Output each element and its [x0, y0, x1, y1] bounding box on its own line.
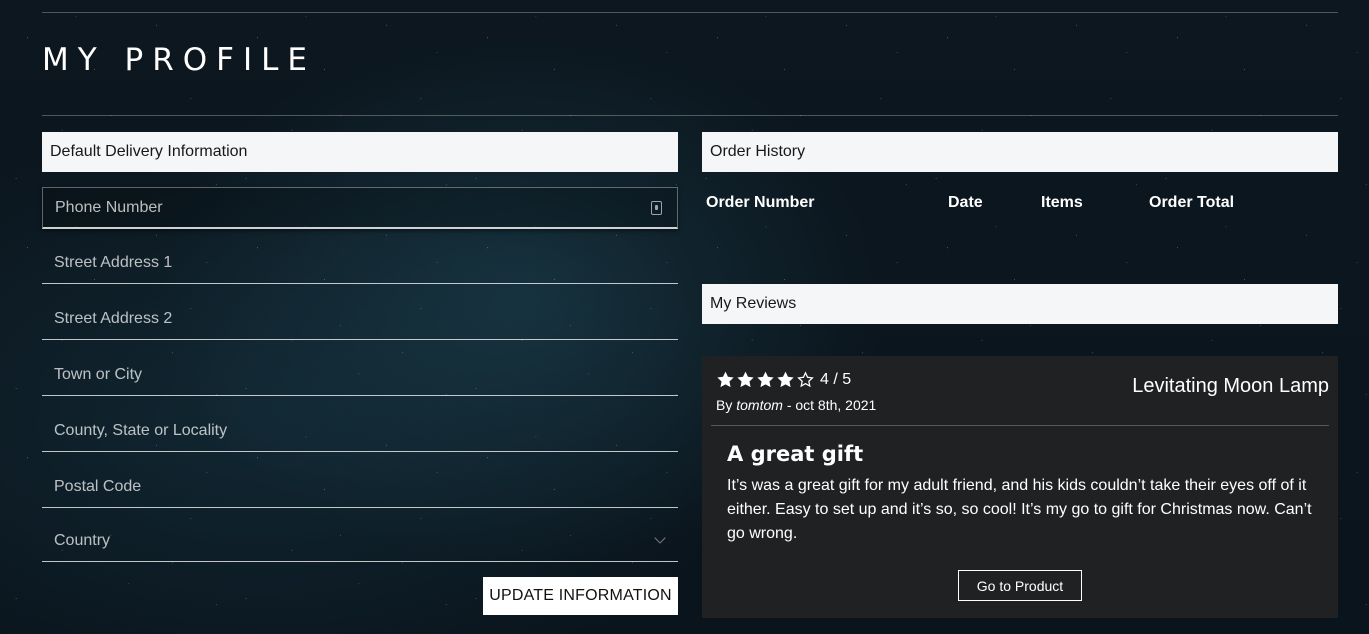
go-to-product-button[interactable]: Go to Product	[958, 570, 1082, 601]
delivery-info-header: Default Delivery Information	[42, 132, 678, 172]
by-prefix: By	[716, 397, 733, 413]
review-date: - oct 8th, 2021	[786, 397, 877, 413]
review-title: A great gift	[727, 442, 864, 466]
order-total-column-header: Order Total	[1149, 194, 1235, 211]
town-city-input[interactable]	[42, 354, 678, 395]
county-state-field[interactable]	[42, 410, 678, 452]
review-author: tomtom	[736, 397, 783, 413]
page-title: MY PROFILE	[42, 42, 317, 78]
contact-card-icon[interactable]	[651, 201, 662, 215]
town-city-field[interactable]	[42, 354, 678, 396]
street-address-2-input[interactable]	[42, 298, 678, 339]
update-information-button[interactable]: UPDATE INFORMATION	[483, 577, 678, 615]
postal-code-input[interactable]	[42, 466, 678, 507]
phone-number-field[interactable]	[42, 187, 678, 229]
street-address-1-field[interactable]	[42, 242, 678, 284]
postal-code-field[interactable]	[42, 466, 678, 508]
top-divider	[42, 12, 1338, 13]
order-history-header: Order History	[702, 132, 1338, 172]
review-product-name: Levitating Moon Lamp	[1132, 375, 1329, 397]
street-address-1-input[interactable]	[42, 242, 678, 283]
review-card: 4 / 5 By tomtom - oct 8th, 2021 Levitati…	[702, 356, 1338, 618]
order-number-column-header: Order Number	[706, 194, 815, 211]
country-select-value: Country	[54, 532, 111, 549]
my-reviews-header: My Reviews	[702, 284, 1338, 324]
county-state-input[interactable]	[42, 410, 678, 451]
review-byline: By tomtom - oct 8th, 2021	[716, 397, 876, 413]
star-icon	[717, 371, 734, 388]
phone-number-input[interactable]	[43, 188, 677, 227]
date-column-header: Date	[948, 194, 983, 211]
star-icon	[757, 371, 774, 388]
title-divider	[42, 115, 1338, 116]
items-column-header: Items	[1041, 194, 1083, 211]
street-address-2-field[interactable]	[42, 298, 678, 340]
chevron-down-icon	[654, 532, 666, 544]
star-icon	[777, 371, 794, 388]
star-icon	[737, 371, 754, 388]
country-select[interactable]: Country	[42, 520, 678, 562]
review-body: It’s was a great gift for my adult frien…	[727, 477, 1312, 542]
review-divider	[711, 425, 1329, 426]
rating-stars: 4 / 5	[716, 370, 851, 389]
star-outline-icon	[797, 371, 814, 388]
rating-value: 4 / 5	[820, 370, 852, 388]
